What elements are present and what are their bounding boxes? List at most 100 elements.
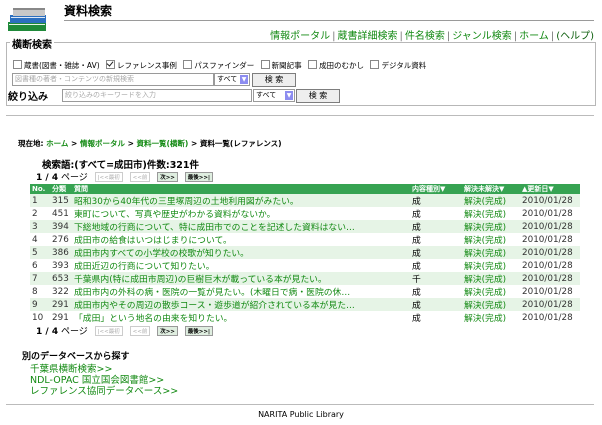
row-date: 2010/01/28 — [520, 233, 580, 246]
page: 資料検索 情報ポータル | 蔵書詳細検索 | 件名検索 | ジャンル検索 | ホーム | (ヘルプ)… — [0, 0, 602, 425]
breadcrumb-sep: > — [71, 139, 78, 148]
row-kind: 千 — [410, 272, 462, 285]
pager-next-button[interactable]: 次>> — [157, 172, 178, 182]
nav-subject-search[interactable]: 件名検索 — [405, 31, 445, 42]
row-date: 2010/01/28 — [520, 311, 580, 324]
row-status: 解決(完成) — [462, 207, 520, 220]
cross-search-input[interactable]: 図書種の著者・コンテンツの新規検索 — [12, 73, 214, 86]
footer-divider — [6, 404, 594, 405]
header-date-sort[interactable]: ▲更新日▼ — [520, 184, 580, 194]
checkbox-newspaper-label: 新聞記事 — [271, 61, 302, 70]
row-no: 5 — [30, 246, 50, 259]
pager-first-button[interactable]: |<<最初 — [94, 172, 123, 182]
table-row: 3 394 下総地域の行商について、特に成田市でのことを記述した資料はない… 成解決(… — [30, 220, 580, 233]
breadcrumb-list-cross[interactable]: 資料一覧(横断) — [137, 139, 189, 148]
refine-select[interactable]: すべて ▼ — [253, 89, 295, 102]
chevron-down-icon: ▼ — [285, 91, 293, 100]
nav-info-portal[interactable]: 情報ポータル — [270, 31, 330, 42]
checkbox-reference[interactable] — [106, 60, 116, 69]
table-row: 10 291 「成田」という地名の由来を知りたい。成解決(完成) 2010/01/28 — [30, 311, 580, 324]
row-class: 451 — [50, 207, 72, 220]
pager-last-button[interactable]: 最後>>| — [184, 172, 214, 182]
breadcrumb-prefix: 現在地: — [18, 139, 44, 148]
checkbox-books[interactable] — [13, 60, 22, 69]
row-class: 393 — [50, 259, 72, 272]
breadcrumb-info-portal[interactable]: 情報ポータル — [80, 139, 125, 148]
pager-top: 1 / 4 ページ |<<最初 <<前 次>> 最後>>| — [36, 170, 214, 183]
checkbox-digital[interactable] — [370, 60, 380, 69]
row-status: 解決(完成) — [462, 259, 520, 272]
row-question-link[interactable]: 千葉県内(特に成田市周辺)の巨樹巨木が載っている本が見たい。 — [72, 272, 410, 285]
row-question-link[interactable]: 成田市の給食はいつはじまりについて。 — [72, 233, 410, 246]
row-question-link[interactable]: 下総地域の行商について、特に成田市でのことを記述した資料はない… — [72, 220, 410, 233]
pager-last-button[interactable]: 最後>>| — [184, 326, 214, 336]
table-row: 1 315 昭和30から40年代の三里塚周辺の土地利用図がみたい。成解決(完成) 20… — [30, 194, 580, 207]
row-question-link[interactable]: 東町について、写真や歴史がわかる資料がないか。 — [72, 207, 410, 220]
pager-bottom: 1 / 4 ページ |<<最初 <<前 次>> 最後>>| — [36, 324, 214, 337]
row-class: 291 — [50, 311, 72, 324]
top-nav: 情報ポータル | 蔵書詳細検索 | 件名検索 | ジャンル検索 | ホーム | (ヘルプ) — [270, 31, 594, 42]
link-reference-db[interactable]: レファレンス協同データベース>> — [30, 383, 178, 397]
row-kind: 成 — [410, 311, 462, 324]
row-status: 解決(完成) — [462, 220, 520, 233]
pager-page-number: 1 / 4 — [36, 173, 59, 183]
table-row: 6 393 成田近辺の行商について知りたい。成解決(完成) 2010/01/28 — [30, 259, 580, 272]
breadcrumb-current: 資料一覧(レファレンス) — [199, 139, 282, 148]
checkbox-pathfinder[interactable] — [183, 60, 193, 69]
header-no: No. — [30, 184, 50, 194]
row-kind: 成 — [410, 298, 462, 311]
refine-button[interactable]: 検 索 — [296, 89, 340, 103]
checkbox-reference-label: レファレンス事例 — [117, 61, 177, 70]
row-kind: 成 — [410, 194, 462, 207]
row-class: 322 — [50, 285, 72, 298]
cross-search-select[interactable]: すべて ▼ — [214, 73, 250, 86]
pager-first-button[interactable]: |<<最初 — [94, 326, 123, 336]
row-no: 4 — [30, 233, 50, 246]
refine-input[interactable]: 絞り込みのキーワードを入力 — [62, 89, 252, 102]
breadcrumb-sep: > — [127, 139, 134, 148]
pager-page-number: 1 / 4 — [36, 327, 59, 337]
row-question-link[interactable]: 成田市内やその周辺の散歩コース・遊歩道が紹介されている本が見た… — [72, 298, 410, 311]
refine-label: 絞り込み — [8, 92, 48, 103]
header-divider — [64, 20, 594, 21]
row-status: 解決(完成) — [462, 194, 520, 207]
row-question-link[interactable]: 成田市内の外科の病・医院の一覧が見たい。(木曜日で病・医院の休… — [72, 285, 410, 298]
row-date: 2010/01/28 — [520, 259, 580, 272]
pager-next-button[interactable]: 次>> — [157, 326, 178, 336]
row-question-link[interactable]: 成田市内すべての小学校の校歌が知りたい。 — [72, 246, 410, 259]
row-question-link[interactable]: 昭和30から40年代の三里塚周辺の土地利用図がみたい。 — [72, 194, 410, 207]
pager-prev-button[interactable]: <<前 — [129, 172, 151, 182]
row-question-link[interactable]: 「成田」という地名の由来を知りたい。 — [72, 311, 410, 324]
row-kind: 成 — [410, 207, 462, 220]
cross-search-select-value: すべて — [217, 75, 238, 83]
row-question-link[interactable]: 成田近辺の行商について知りたい。 — [72, 259, 410, 272]
pager-page-label: ページ — [60, 173, 88, 183]
nav-help[interactable]: (ヘルプ) — [556, 31, 594, 42]
row-kind: 成 — [410, 246, 462, 259]
table-row: 9 291 成田市内やその周辺の散歩コース・遊歩道が紹介されている本が見た… 成解決(… — [30, 298, 580, 311]
search-target-checkboxes: 蔵書(図書・雑誌・AV) レファレンス事例 パスファインダー 新聞記事 成田のむ… — [13, 60, 430, 71]
nav-detail-search[interactable]: 蔵書詳細検索 — [337, 31, 397, 42]
header-kind-sort[interactable]: 内容種別▼ — [410, 184, 462, 194]
header-class: 分類 — [50, 184, 72, 194]
nav-genre-search[interactable]: ジャンル検索 — [452, 31, 512, 42]
breadcrumb-home[interactable]: ホーム — [46, 139, 68, 148]
row-class: 386 — [50, 246, 72, 259]
books-logo-icon — [8, 8, 46, 31]
row-class: 394 — [50, 220, 72, 233]
row-status: 解決(完成) — [462, 272, 520, 285]
checkbox-digital-label: デジタル資料 — [381, 61, 427, 70]
table-row: 2 451 東町について、写真や歴史がわかる資料がないか。成解決(完成) 2010/0… — [30, 207, 580, 220]
checkbox-narita-history[interactable] — [308, 60, 318, 69]
header-status-sort[interactable]: 解決未解決▼ — [462, 184, 520, 194]
header-question: 質問 — [72, 184, 410, 194]
checkbox-newspaper[interactable] — [260, 60, 270, 69]
cross-search-button[interactable]: 検 索 — [252, 73, 296, 87]
row-no: 2 — [30, 207, 50, 220]
checkbox-pathfinder-label: パスファインダー — [194, 61, 255, 70]
row-date: 2010/01/28 — [520, 285, 580, 298]
pager-prev-button[interactable]: <<前 — [129, 326, 151, 336]
nav-home[interactable]: ホーム — [519, 31, 549, 42]
breadcrumb-sep: > — [190, 139, 198, 148]
chevron-down-icon: ▼ — [240, 75, 248, 84]
